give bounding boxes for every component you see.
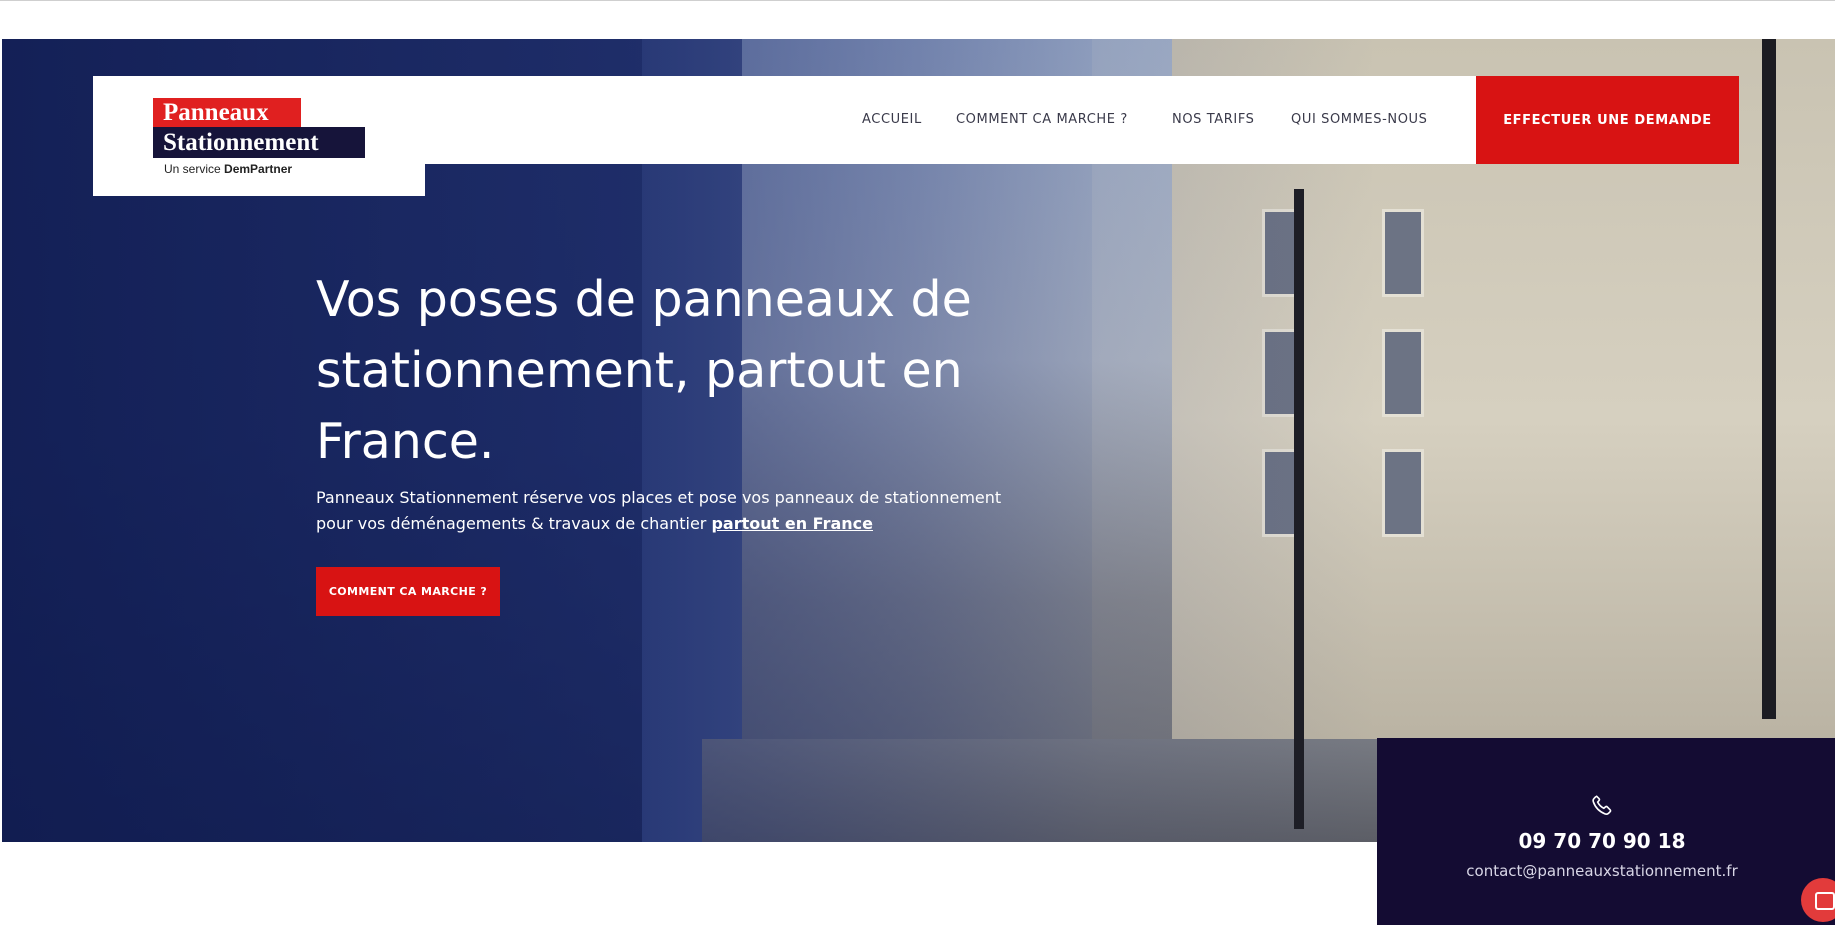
effectuer-une-demande-button[interactable]: EFFECTUER UNE DEMANDE (1476, 76, 1739, 164)
hero-description-text: Panneaux Stationnement réserve vos place… (316, 488, 1002, 533)
contact-phone-number[interactable]: 09 70 70 90 18 (1377, 829, 1827, 853)
nav-item-qui-sommes-nous[interactable]: QUI SOMMES-NOUS (1291, 112, 1428, 127)
nav-item-comment-ca-marche[interactable]: COMMENT CA MARCHE ? (956, 112, 1128, 127)
contact-email[interactable]: contact@panneauxstationnement.fr (1377, 862, 1827, 880)
nav-item-accueil[interactable]: ACCUEIL (862, 112, 922, 127)
phone-icon (1592, 795, 1612, 815)
logo-subtitle: Un service DemPartner (164, 162, 292, 176)
comment-ca-marche-button[interactable]: COMMENT CA MARCHE ? (316, 567, 500, 616)
logo-subtitle-prefix: Un service (164, 162, 221, 176)
logo-line-panneaux[interactable]: Panneaux (153, 98, 301, 128)
hero-title: Vos poses de panneaux de stationnement, … (316, 271, 972, 470)
hero-description-link[interactable]: partout en France (711, 514, 873, 533)
logo-line-stationnement[interactable]: Stationnement (153, 127, 365, 158)
top-border (0, 0, 1835, 1)
hero-description: Panneaux Stationnement réserve vos place… (316, 485, 1016, 537)
logo-subtitle-brand: DemPartner (224, 162, 293, 176)
nav-item-nos-tarifs[interactable]: NOS TARIFS (1172, 112, 1255, 127)
